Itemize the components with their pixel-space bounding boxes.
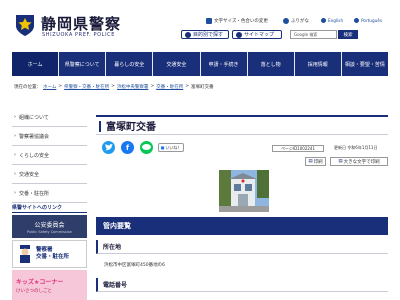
banner-title: 公安委員会 (34, 221, 65, 229)
english-link[interactable]: English (321, 17, 343, 24)
breadcrumb-separator: > (185, 84, 189, 89)
portuguese-label: Português (361, 18, 383, 23)
nav-item-recruitment[interactable]: 採用情報 (294, 52, 342, 76)
site-header: 静岡県警察 SHIZUOKA PREF. POLICE 文字サイズ・色合いの変更… (0, 0, 400, 50)
text-size-label: 文字サイズ・色合いの変更 (214, 19, 268, 24)
sidebar-item-life-safety[interactable]: › くらしの安全 (12, 146, 87, 165)
facebook-icon: f (125, 143, 130, 152)
banner-title: キッズ★コーナー (16, 278, 64, 286)
page-id: ページID1002241 (272, 145, 324, 152)
site-subtitle: SHIZUOKA PREF. POLICE (42, 32, 115, 38)
sidebar-item-label: くらしの安全 (19, 152, 50, 159)
kids-corner-banner[interactable]: キッズ★コーナー けいさつのしごと (12, 270, 87, 300)
chevron-right-icon: › (14, 114, 16, 120)
sidebar-item-koban[interactable]: › 交番・駐在所 (12, 184, 87, 203)
breadcrumb-separator: > (111, 84, 115, 89)
sidebar-item-label: 交番・駐在所 (19, 190, 50, 197)
arrow-circle-icon (236, 31, 242, 38)
large-print-label: 大きな文字で印刷 (343, 159, 380, 165)
sidebar-item-traffic[interactable]: › 交通安全 (12, 165, 87, 184)
breadcrumb-current: 富塚町交番 (191, 85, 214, 90)
breadcrumb-separator: > (150, 84, 155, 89)
police-emblem-icon[interactable] (14, 13, 36, 37)
breadcrumb-prefix: 現在の位置： (14, 85, 41, 90)
breadcrumb: 現在の位置： ホーム > 県警察・交番・駐在所 > 浜松中央警察署 > 交番・駐在所 >… (14, 84, 214, 90)
line-share-button[interactable] (140, 141, 153, 154)
printer-icon: ▤ (308, 159, 313, 164)
breadcrumb-link-police[interactable]: 県警察・交番・駐在所 (64, 84, 109, 90)
police-station-banner[interactable]: 警察署 交番・駐在所 (12, 240, 87, 268)
nav-item-lost-items[interactable]: 落とし物 (247, 52, 295, 76)
purpose-search-label: 目的別で探す (193, 32, 224, 38)
thumbs-up-icon: ■ (160, 145, 165, 150)
english-label: English (328, 18, 344, 23)
like-button[interactable]: ■ いいね！ (158, 143, 184, 152)
sitemap-button[interactable]: サイトマップ (232, 30, 282, 39)
sidebar-item-label: 交通安全 (19, 171, 40, 178)
banner-subtitle: けいさつのしごと (16, 288, 52, 294)
sidebar-item-label: 警察署協議会 (19, 133, 50, 140)
facebook-share-button[interactable]: f (121, 141, 134, 154)
address-text: 浜松市中区富塚町450番地の6 (104, 263, 165, 268)
public-safety-commission-banner[interactable]: 公安委員会 Public Safety Commission (12, 215, 87, 238)
phone-heading: 電話番号 (96, 278, 388, 292)
banner-line1: 警察署 (36, 247, 53, 253)
breadcrumb-link-station[interactable]: 浜松中央警察署 (117, 84, 149, 90)
text-size-link[interactable]: 文字サイズ・色合いの変更 (206, 17, 268, 25)
page-title: 富塚町交番 (96, 115, 388, 135)
purpose-search-button[interactable]: 目的別で探す (181, 30, 229, 39)
twitter-icon (104, 144, 113, 151)
large-print-button[interactable]: ▤ 大きな文字で印刷 (330, 157, 388, 166)
globe-icon (354, 18, 359, 23)
breadcrumb-link-koban[interactable]: 交番・駐在所 (156, 84, 183, 90)
sidebar-item-label: 組織について (19, 114, 49, 121)
chevron-right-icon: › (14, 190, 16, 196)
printer-icon: ▤ (338, 159, 343, 164)
site-title[interactable]: 静岡県警察 (41, 13, 121, 34)
sidebar: › 組織について › 警察署協議会 › くらしの安全 › 交通安全 › 交番・駐… (12, 108, 87, 203)
global-nav: ホーム 県警察について 暮らしの安全 交通安全 申請・手続き 落とし物 採用情報… (12, 52, 388, 76)
nav-item-traffic[interactable]: 交通安全 (153, 52, 201, 76)
section-heading: 管内要覧 (96, 217, 388, 235)
nav-item-home[interactable]: ホーム (12, 52, 60, 76)
updated-date: 更新日 令和6年1月11日 (334, 145, 378, 150)
print-button[interactable]: ▤ 印刷 (305, 157, 326, 166)
search-input[interactable]: Google 検索 (290, 30, 337, 39)
like-label: いいね！ (165, 144, 182, 150)
twitter-share-button[interactable] (102, 141, 115, 154)
chevron-right-icon: › (14, 152, 16, 158)
furigana-link[interactable]: ふりがな (283, 17, 309, 25)
globe-icon (321, 18, 326, 23)
text-size-icon (206, 18, 212, 24)
breadcrumb-separator: > (58, 84, 63, 89)
search-button[interactable]: 検索 (338, 30, 358, 39)
print-label: 印刷 (313, 159, 323, 165)
location-heading: 所在地 (96, 240, 388, 254)
breadcrumb-link-home[interactable]: ホーム (43, 84, 56, 90)
line-icon (142, 144, 151, 150)
koban-photo (219, 170, 269, 212)
nav-item-about[interactable]: 県警察について (59, 52, 107, 76)
nav-item-applications[interactable]: 申請・手続き (200, 52, 248, 76)
sidebar-item-organization[interactable]: › 組織について (12, 108, 87, 127)
sidebar-links-heading: 県警サイトへのリンク (12, 204, 87, 213)
banner-subtitle: Public Safety Commission (26, 229, 73, 234)
nav-item-life-safety[interactable]: 暮らしの安全 (106, 52, 154, 76)
portuguese-link[interactable]: Português (354, 17, 382, 24)
chevron-right-icon: › (14, 133, 16, 139)
sitemap-label: サイトマップ (244, 32, 275, 38)
furigana-icon (283, 18, 289, 24)
furigana-label: ふりがな (291, 19, 309, 24)
sidebar-item-council[interactable]: › 警察署協議会 (12, 127, 87, 146)
arrow-circle-icon (185, 31, 191, 38)
police-officer-icon (20, 245, 30, 263)
nav-item-consultation[interactable]: 相談・要望・苦情 (341, 52, 388, 76)
banner-line2: 交番・駐在所 (36, 254, 70, 260)
chevron-right-icon: › (14, 171, 16, 177)
